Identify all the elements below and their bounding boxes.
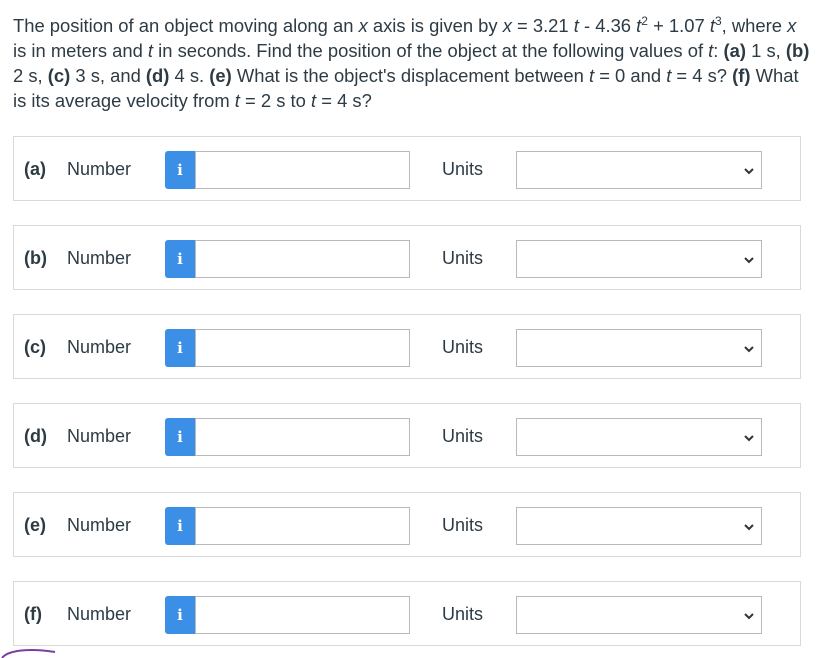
number-label: Number [67, 337, 132, 357]
answer-row-e: (e) Number i Units [13, 492, 801, 557]
number-label: Number [67, 159, 132, 179]
answer-row-a: (a) Number i Units [13, 136, 801, 201]
question-text: The position of an object moving along a… [13, 14, 810, 112]
answer-row-d: (d) Number i Units [13, 403, 801, 468]
number-label: Number [67, 248, 132, 268]
number-input-b[interactable] [195, 240, 410, 278]
number-input-c[interactable] [195, 329, 410, 367]
units-label: Units [442, 604, 484, 624]
part-label: (f) [24, 604, 42, 624]
answer-row-b: (b) Number i Units [13, 225, 801, 290]
number-input-a[interactable] [195, 151, 410, 189]
pen-scribble [1, 649, 56, 658]
info-icon[interactable]: i [165, 240, 195, 278]
units-select-c[interactable] [516, 329, 762, 367]
units-label: Units [442, 515, 484, 535]
info-icon[interactable]: i [165, 596, 195, 634]
part-label: (b) [24, 248, 47, 268]
answer-row-c: (c) Number i Units [13, 314, 801, 379]
info-icon[interactable]: i [165, 418, 195, 456]
info-icon[interactable]: i [165, 329, 195, 367]
chevron-down-icon [744, 435, 754, 442]
number-input-d[interactable] [195, 418, 410, 456]
units-select-d[interactable] [516, 418, 762, 456]
answer-row-f: (f) Number i Units [13, 581, 801, 646]
info-icon[interactable]: i [165, 507, 195, 545]
units-label: Units [442, 337, 484, 357]
units-select-f[interactable] [516, 596, 762, 634]
units-label: Units [442, 248, 484, 268]
number-input-f[interactable] [195, 596, 410, 634]
units-select-a[interactable] [516, 151, 762, 189]
units-select-b[interactable] [516, 240, 762, 278]
number-label: Number [67, 426, 132, 446]
number-label: Number [67, 515, 132, 535]
chevron-down-icon [744, 524, 754, 531]
chevron-down-icon [744, 257, 754, 264]
info-icon[interactable]: i [165, 151, 195, 189]
number-input-e[interactable] [195, 507, 410, 545]
units-label: Units [442, 426, 484, 446]
chevron-down-icon [744, 168, 754, 175]
chevron-down-icon [744, 346, 754, 353]
number-label: Number [67, 604, 132, 624]
chevron-down-icon [744, 613, 754, 620]
part-label: (a) [24, 159, 46, 179]
units-label: Units [442, 159, 484, 179]
part-label: (e) [24, 515, 46, 535]
part-label: (d) [24, 426, 47, 446]
units-select-e[interactable] [516, 507, 762, 545]
part-label: (c) [24, 337, 46, 357]
